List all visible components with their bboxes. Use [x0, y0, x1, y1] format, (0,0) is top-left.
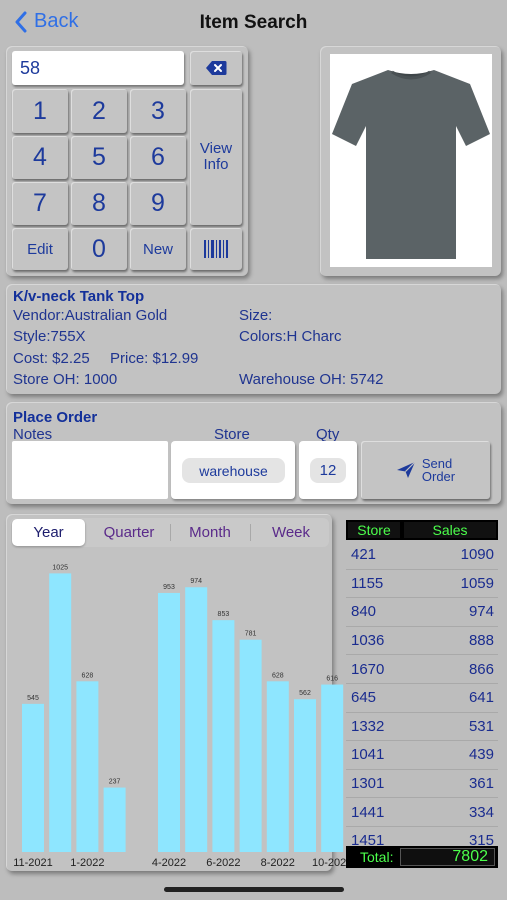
bar-value-label: 628	[82, 672, 94, 679]
sales-table-row[interactable]: 1041 439	[346, 741, 498, 770]
sales-table-row[interactable]: 1332 531	[346, 713, 498, 742]
bar-value-label: 974	[190, 578, 202, 585]
total-value: 7802	[400, 848, 495, 866]
bar-7-2022[interactable]	[239, 639, 262, 852]
sales-cell: 361	[468, 775, 494, 793]
sales-cell: 1090	[460, 546, 494, 564]
sales-cell: 531	[468, 717, 494, 735]
bar-value-label: 781	[245, 631, 257, 638]
sales-table-row[interactable]: 1036 888	[346, 627, 498, 656]
sales-table-row[interactable]: 1301 361	[346, 770, 498, 799]
sales-cell: 439	[468, 746, 494, 764]
bar-value-label: 237	[109, 779, 121, 786]
sales-cell: 974	[468, 603, 494, 621]
sales-cell: 866	[468, 660, 494, 678]
x-tick-label: 6-2022	[206, 857, 240, 869]
bar-4-2022[interactable]	[158, 592, 180, 852]
home-indicator	[164, 887, 344, 892]
sales-table-body: 421 1090 1155 1059 840 974 1036 888 1670 866 645 64…	[346, 541, 498, 856]
header-store: Store	[348, 522, 400, 538]
bar-6-2022[interactable]	[212, 620, 235, 852]
bar-value-label: 953	[163, 584, 175, 591]
sales-total-row: Total: 7802	[346, 846, 498, 868]
sales-table-row[interactable]: 421 1090	[346, 541, 498, 570]
bar-9-2022[interactable]	[294, 699, 316, 852]
store-cell: 1041	[351, 746, 385, 764]
bar-value-label: 545	[27, 695, 39, 702]
store-cell: 1155	[351, 574, 384, 592]
store-cell: 1332	[351, 717, 385, 735]
x-tick-label: 1-2022	[70, 857, 104, 869]
x-tick-label: 8-2022	[261, 857, 295, 869]
store-cell: 421	[351, 546, 377, 564]
bar-5-2022[interactable]	[185, 587, 208, 852]
store-cell: 1670	[351, 660, 385, 678]
store-cell: 1036	[351, 632, 385, 650]
x-tick-label: 4-2022	[152, 857, 186, 869]
sales-table-row[interactable]: 645 641	[346, 684, 498, 713]
bar-value-label: 628	[272, 672, 284, 679]
store-cell: 1301	[351, 775, 385, 793]
sales-table-row[interactable]: 840 974	[346, 598, 498, 627]
header-sales: Sales	[404, 522, 496, 538]
sales-table-row[interactable]: 1155 1059	[346, 570, 498, 599]
x-tick-label: 11-2021	[13, 857, 53, 869]
sales-cell: 641	[468, 689, 494, 707]
sales-table-row[interactable]: 1670 866	[346, 655, 498, 684]
bar-11-2021[interactable]	[22, 703, 44, 852]
bar-8-2022[interactable]	[266, 681, 289, 852]
sales-table-header: Store Sales	[346, 520, 498, 540]
bar-value-label: 853	[218, 611, 230, 618]
bar-12-2021[interactable]	[49, 573, 72, 852]
sales-cell: 1059	[460, 574, 494, 592]
sales-cell: 334	[468, 803, 494, 821]
bar-value-label: 562	[299, 690, 311, 697]
sales-cell: 888	[468, 632, 494, 650]
total-label: Total:	[360, 849, 394, 865]
bar-value-label: 616	[326, 676, 338, 683]
bar-10-2022[interactable]	[321, 684, 344, 852]
bar-value-label: 1025	[52, 564, 68, 571]
store-cell: 1441	[351, 803, 385, 821]
bar-2-2022[interactable]	[103, 787, 126, 852]
sales-table-row[interactable]: 1441 334	[346, 798, 498, 827]
bar-1-2022[interactable]	[76, 681, 99, 852]
store-cell: 645	[351, 689, 377, 707]
store-cell: 840	[351, 603, 377, 621]
